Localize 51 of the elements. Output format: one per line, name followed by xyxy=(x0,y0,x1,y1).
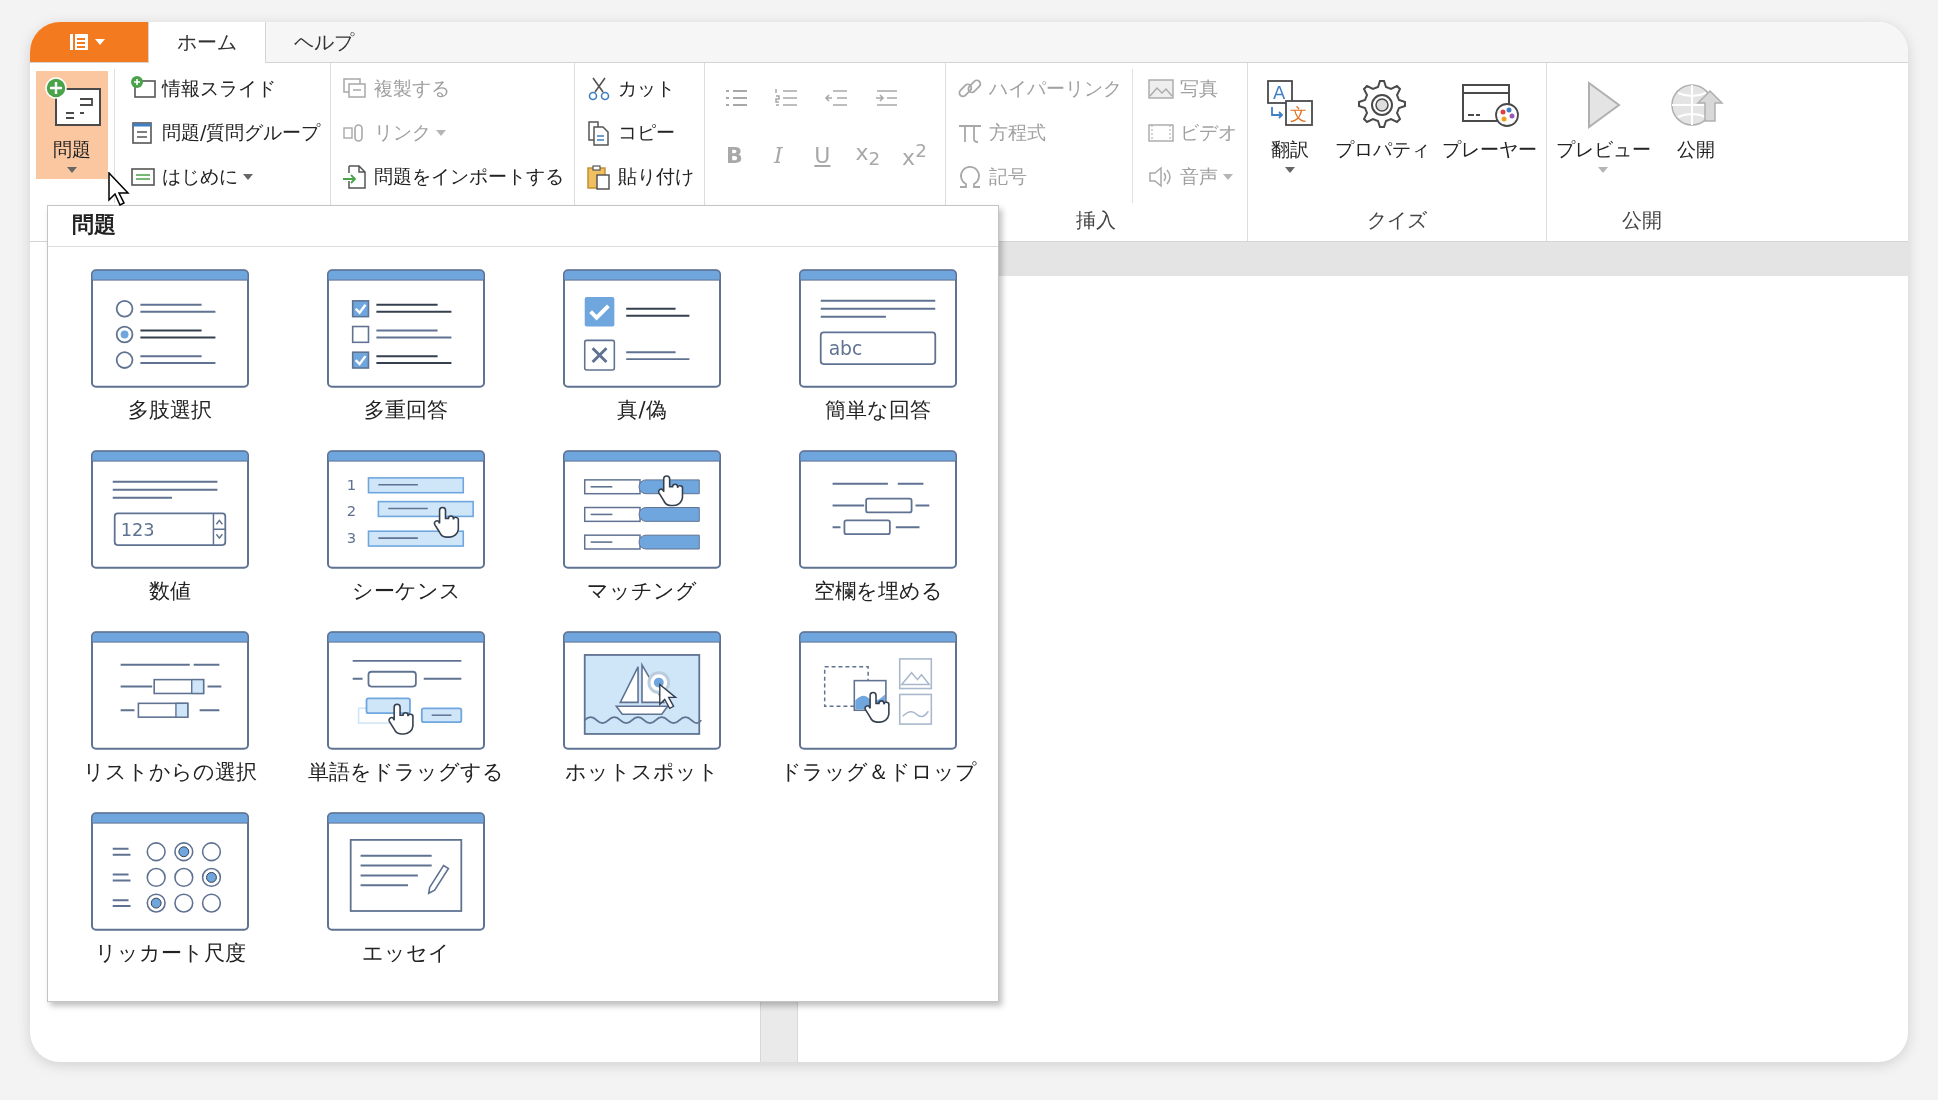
multiple-choice-icon xyxy=(91,269,249,388)
ribbon-button[interactable]: プレーヤー xyxy=(1438,71,1540,169)
question-type-item[interactable]: マッチング xyxy=(524,450,760,605)
question-type-item[interactable]: リストからの選択 xyxy=(52,631,288,786)
ribbon-button[interactable]: 問題をインポートする xyxy=(337,159,569,195)
question-type-item[interactable]: リッカート尺度 xyxy=(52,812,288,967)
ribbon-tab[interactable]: ヘルプ xyxy=(266,22,382,62)
likert-icon xyxy=(91,812,249,931)
caret-icon xyxy=(243,174,253,180)
ribbon-button[interactable]: 貼り付け xyxy=(581,159,699,195)
ribbon-button[interactable]: カット xyxy=(581,71,699,107)
question-type-item[interactable]: ホットスポット xyxy=(524,631,760,786)
question-type-item[interactable]: 空欄を埋める xyxy=(760,450,996,605)
ribbon-button[interactable]: A 文 翻訳 xyxy=(1253,71,1326,179)
numeric-icon: 123 xyxy=(91,450,249,569)
question-type-item[interactable]: 1 2 3 シーケンス xyxy=(288,450,524,605)
ribbon-button[interactable]: 情報スライド xyxy=(125,71,325,107)
sequence-icon: 1 2 3 xyxy=(327,450,485,569)
ribbon-tab[interactable]: ホーム xyxy=(148,22,266,63)
ribbon-button[interactable]: 問題/質問グループ xyxy=(125,115,325,151)
caret-icon xyxy=(1598,167,1609,173)
matching-icon xyxy=(563,450,721,569)
short-answer-icon: abc xyxy=(799,269,957,388)
question-type-item[interactable]: ドラッグ＆ドロップ xyxy=(760,631,996,786)
caret-icon xyxy=(1284,167,1295,173)
true-false-icon xyxy=(563,269,721,388)
drag-drop-icon xyxy=(799,631,957,750)
question-type-item[interactable]: 多重回答 xyxy=(288,269,524,424)
caret-icon xyxy=(1222,174,1233,180)
ribbon-button[interactable]: 問題 xyxy=(36,71,108,179)
question-type-item[interactable]: 123 数値 xyxy=(52,450,288,605)
hotspot-icon xyxy=(563,631,721,750)
caret-icon xyxy=(436,130,447,136)
group-label: 挿入 xyxy=(1075,207,1118,234)
question-type-item[interactable]: エッセイ xyxy=(288,812,524,967)
ribbon-button[interactable]: コピー xyxy=(581,115,699,151)
question-type-item[interactable]: 多肢選択 xyxy=(52,269,288,424)
fill-blanks-icon xyxy=(799,450,957,569)
app-menu-button[interactable] xyxy=(30,22,148,62)
essay-icon xyxy=(327,812,485,931)
group-label: クイズ xyxy=(1365,207,1428,234)
question-type-item[interactable]: 真/偽 xyxy=(524,269,760,424)
question-type-item[interactable]: 単語をドラッグする xyxy=(288,631,524,786)
group-label: 公開 xyxy=(1621,207,1664,234)
ribbon-button[interactable]: プロパティ xyxy=(1331,71,1433,169)
multiple-response-icon xyxy=(327,269,485,388)
question-type-item[interactable]: abc 簡単な回答 xyxy=(760,269,996,424)
drag-words-icon xyxy=(327,631,485,750)
caret-icon xyxy=(67,167,77,173)
select-list-icon xyxy=(91,631,249,750)
menu-title: 問題 xyxy=(48,206,998,247)
